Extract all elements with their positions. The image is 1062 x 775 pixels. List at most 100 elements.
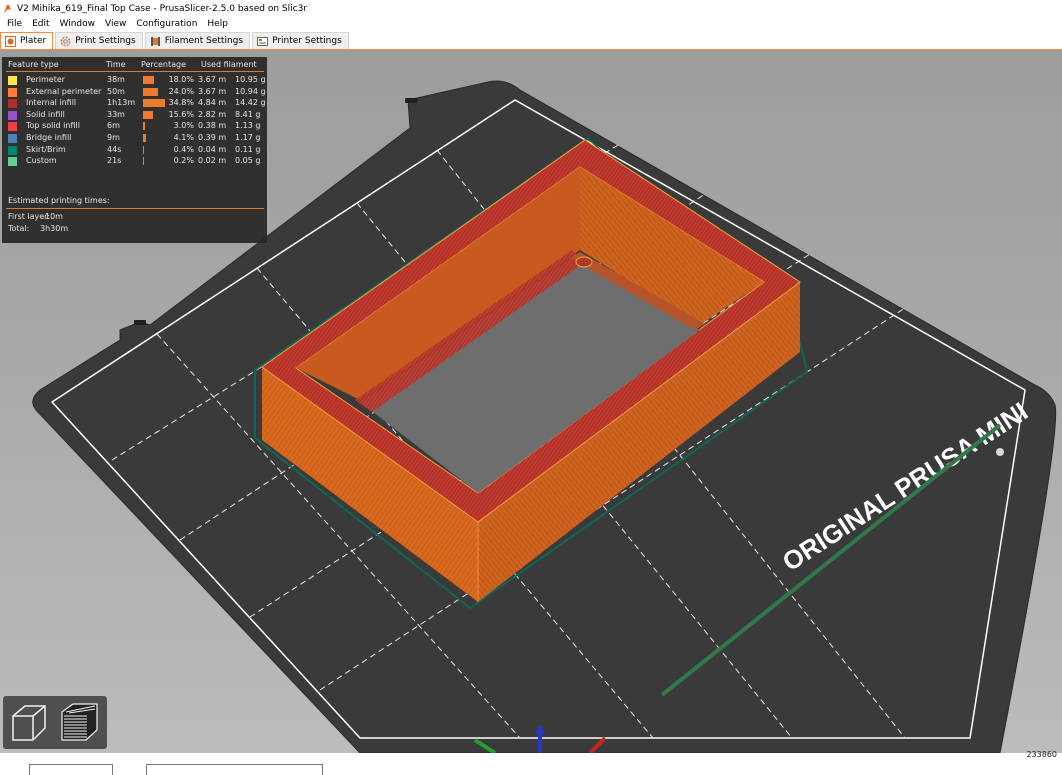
menu-edit[interactable]: Edit xyxy=(27,19,54,29)
legend-row[interactable]: Internal infill 1h13m 34.8% 4.84 m 14.42 g xyxy=(2,98,267,109)
percentage-bar xyxy=(143,110,153,119)
tab-print-settings-label: Print Settings xyxy=(75,36,136,46)
menu-file[interactable]: File xyxy=(0,19,27,29)
header-used-filament: Used filament xyxy=(201,60,257,69)
prusaslicer-logo-icon xyxy=(4,4,11,13)
header-time: Time xyxy=(106,60,126,69)
first-layer-label: First layer: xyxy=(8,212,51,221)
total-label: Total: xyxy=(8,224,30,233)
feature-time: 9m xyxy=(107,133,120,142)
feature-length: 0.02 m xyxy=(198,156,227,166)
menu-view[interactable]: View xyxy=(100,19,131,29)
percentage-bar xyxy=(143,157,144,166)
legend-row[interactable]: Top solid infill 6m 3.0% 0.38 m 1.13 g xyxy=(2,121,267,132)
tab-bar: Plater Print Settings Filament Settings … xyxy=(0,31,1062,50)
legend-row[interactable]: Skirt/Brim 44s 0.4% 0.04 m 0.11 g xyxy=(2,145,267,156)
feature-length: 0.04 m xyxy=(198,144,227,154)
feature-weight: 10.94 g xyxy=(235,86,266,96)
tab-plater-label: Plater xyxy=(20,36,47,46)
feature-length: 4.84 m xyxy=(198,98,227,108)
menu-configuration[interactable]: Configuration xyxy=(131,19,202,29)
percentage-bar xyxy=(143,134,146,142)
feature-percent: 4.1% xyxy=(173,133,194,142)
menu-window[interactable]: Window xyxy=(55,19,101,29)
legend-row[interactable]: External perimeter 50m 24.0% 3.67 m 10.94 g xyxy=(2,87,267,98)
feature-percent: 0.4% xyxy=(173,144,194,154)
legend-separator xyxy=(6,71,264,72)
legend-color-swatch xyxy=(8,157,17,167)
feature-time: 33m xyxy=(107,109,125,119)
feature-length: 0.38 m xyxy=(198,121,227,131)
percentage-bar xyxy=(143,87,159,96)
legend-color-swatch xyxy=(8,145,17,155)
feature-time: 1h13m xyxy=(107,98,136,108)
feature-percent: 15.6% xyxy=(168,109,194,119)
feature-name: Solid infill xyxy=(26,109,65,119)
tab-filament-settings[interactable]: Filament Settings xyxy=(144,32,251,49)
feature-length: 3.67 m xyxy=(198,86,227,96)
menu-bar: File Edit Window View Configuration Help xyxy=(0,17,1062,31)
feature-name: Bridge infill xyxy=(26,133,72,142)
legend-color-swatch xyxy=(8,110,17,120)
printer-icon xyxy=(257,36,269,46)
feature-weight: 14.42 g xyxy=(235,98,266,108)
legend-separator xyxy=(6,208,264,209)
total-value: 3h30m xyxy=(40,224,69,233)
3d-view-button[interactable] xyxy=(7,700,52,745)
legend-row[interactable]: Bridge infill 9m 4.1% 0.39 m 1.17 g xyxy=(2,133,267,144)
cube-icon xyxy=(12,705,46,741)
legend-row[interactable]: Custom 21s 0.2% 0.02 m 0.05 g xyxy=(2,156,267,167)
menu-help[interactable]: Help xyxy=(202,19,233,29)
feature-time: 21s xyxy=(107,156,122,166)
feature-length: 3.67 m xyxy=(198,75,227,84)
tab-filament-settings-label: Filament Settings xyxy=(164,36,244,46)
feature-weight: 8.41 g xyxy=(235,109,261,119)
feature-name: Top solid infill xyxy=(26,121,80,131)
feature-time: 44s xyxy=(107,144,122,154)
feature-name: Perimeter xyxy=(26,75,66,84)
view-toggle-group xyxy=(3,696,107,749)
legend-color-swatch xyxy=(8,99,17,109)
tab-printer-settings[interactable]: Printer Settings xyxy=(252,32,349,49)
feature-weight: 0.05 g xyxy=(235,156,261,166)
tab-print-settings[interactable]: Print Settings xyxy=(55,32,143,49)
estimated-times-title: Estimated printing times: xyxy=(8,196,110,205)
legend-row[interactable]: Solid infill 33m 15.6% 2.82 m 8.41 g xyxy=(2,110,267,121)
layers-icon xyxy=(61,703,98,741)
legend-color-swatch xyxy=(8,122,17,132)
preview-button[interactable] xyxy=(57,700,102,745)
tab-printer-settings-label: Printer Settings xyxy=(272,36,342,46)
feature-time: 6m xyxy=(107,121,120,131)
feature-weight: 0.11 g xyxy=(235,144,261,154)
percentage-bar xyxy=(143,145,144,154)
legend-color-swatch xyxy=(8,134,17,143)
tab-plater[interactable]: Plater xyxy=(0,32,54,49)
slider-field[interactable] xyxy=(146,764,323,775)
feature-percent: 18.0% xyxy=(168,75,194,84)
feature-percent: 34.8% xyxy=(168,98,194,108)
status-corner-value: 233860 xyxy=(1026,750,1057,759)
legend-color-swatch xyxy=(8,87,17,97)
feature-percent: 24.0% xyxy=(168,86,194,96)
spool-icon xyxy=(150,36,160,46)
gear-icon xyxy=(60,36,71,46)
feature-length: 2.82 m xyxy=(198,109,227,119)
legend-row[interactable]: Perimeter 38m 18.0% 3.67 m 10.95 g xyxy=(2,75,267,86)
window-title: V2 Mihika_619_Final Top Case - PrusaSlic… xyxy=(17,3,308,14)
feature-weight: 1.13 g xyxy=(235,121,261,131)
feature-weight: 1.17 g xyxy=(235,133,261,142)
percentage-bar xyxy=(143,122,145,131)
layer-field[interactable] xyxy=(29,764,113,775)
bottom-bar: 233860 xyxy=(0,750,1062,775)
feature-time: 38m xyxy=(107,75,125,84)
feature-name: Custom xyxy=(26,156,57,166)
first-layer-value: 10m xyxy=(45,212,63,221)
feature-name: External perimeter xyxy=(26,86,102,96)
feature-percent: 3.0% xyxy=(173,121,194,131)
feature-name: Internal infill xyxy=(26,98,77,108)
header-feature-type: Feature type xyxy=(8,60,59,69)
legend-color-swatch xyxy=(8,76,17,85)
feature-name: Skirt/Brim xyxy=(26,144,66,154)
legend-panel: Feature type Time Percentage Used filame… xyxy=(2,57,267,243)
feature-time: 50m xyxy=(107,86,125,96)
